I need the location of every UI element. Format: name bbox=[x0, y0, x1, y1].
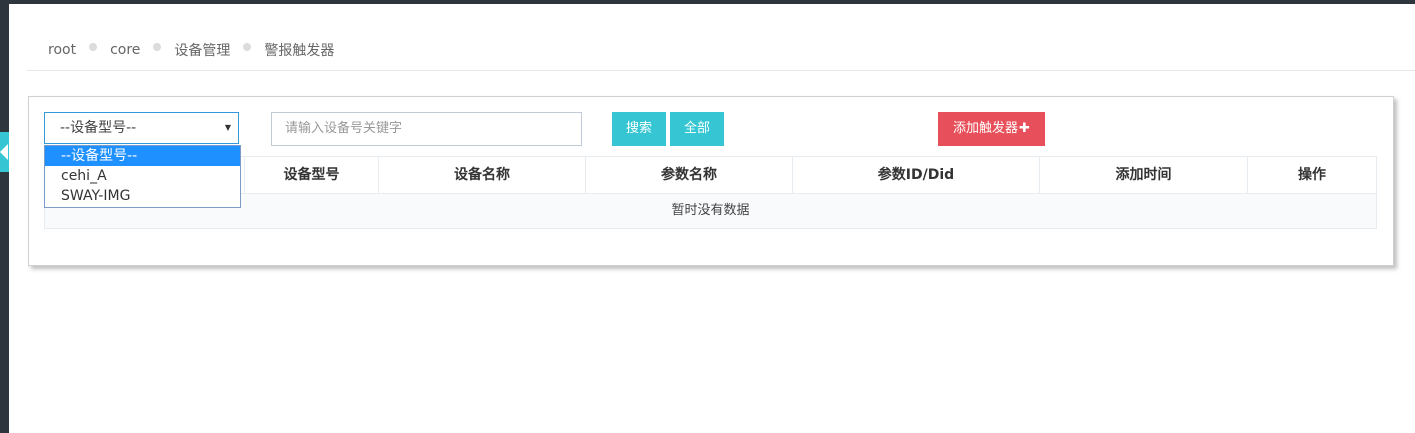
column-header-parameter-id: 参数ID/Did bbox=[793, 157, 1040, 193]
dropdown-option[interactable]: cehi_A bbox=[45, 166, 240, 186]
device-keyword-input[interactable]: 请输入设备号关键字 bbox=[271, 112, 582, 146]
dropdown-option[interactable]: --设备型号-- bbox=[45, 146, 240, 166]
table-header: 设备型号 设备名称 参数名称 参数ID/Did 添加时间 操作 bbox=[45, 157, 1376, 194]
chevron-left-icon bbox=[0, 144, 8, 160]
search-button[interactable]: 搜索 bbox=[612, 112, 666, 146]
column-header-actions: 操作 bbox=[1298, 167, 1326, 183]
show-all-button[interactable]: 全部 bbox=[670, 112, 724, 146]
left-sidebar-strip bbox=[0, 0, 9, 433]
dropdown-option[interactable]: SWAY-IMG bbox=[45, 186, 240, 206]
plus-icon: ✚ bbox=[1019, 121, 1030, 136]
column-header-device-name: 设备名称 bbox=[379, 157, 586, 193]
device-model-select-value: --设备型号-- bbox=[60, 120, 137, 136]
trigger-table: 设备型号 设备名称 参数名称 参数ID/Did 添加时间 操作 暂时没有数据 bbox=[44, 156, 1377, 229]
breadcrumb-divider bbox=[27, 70, 1415, 71]
column-header-added-time: 添加时间 bbox=[1040, 157, 1248, 193]
breadcrumb-item-root[interactable]: root bbox=[48, 42, 76, 58]
breadcrumb-separator-icon bbox=[89, 43, 98, 51]
table-empty-row: 暂时没有数据 bbox=[45, 194, 1376, 228]
breadcrumb-item-core[interactable]: core bbox=[110, 42, 140, 58]
breadcrumb-separator-icon bbox=[153, 43, 162, 51]
column-header-device-model: 设备型号 bbox=[245, 157, 379, 193]
device-keyword-placeholder: 请输入设备号关键字 bbox=[285, 121, 403, 136]
add-trigger-button[interactable]: 添加触发器✚ bbox=[938, 112, 1045, 146]
breadcrumb: root core 设备管理 警报触发器 bbox=[48, 40, 334, 60]
column-header-parameter-name: 参数名称 bbox=[586, 157, 793, 193]
breadcrumb-separator-icon bbox=[243, 43, 252, 51]
breadcrumb-item-device-management[interactable]: 设备管理 bbox=[174, 40, 230, 60]
caret-down-icon: ▼ bbox=[224, 123, 231, 132]
add-trigger-label: 添加触发器 bbox=[953, 121, 1019, 136]
breadcrumb-item-alarm-trigger: 警报触发器 bbox=[264, 43, 335, 59]
sidebar-toggle-button[interactable] bbox=[0, 132, 9, 172]
device-model-select[interactable]: --设备型号-- ▼ bbox=[44, 112, 239, 144]
device-model-dropdown: --设备型号-- cehi_A SWAY-IMG bbox=[44, 145, 241, 208]
